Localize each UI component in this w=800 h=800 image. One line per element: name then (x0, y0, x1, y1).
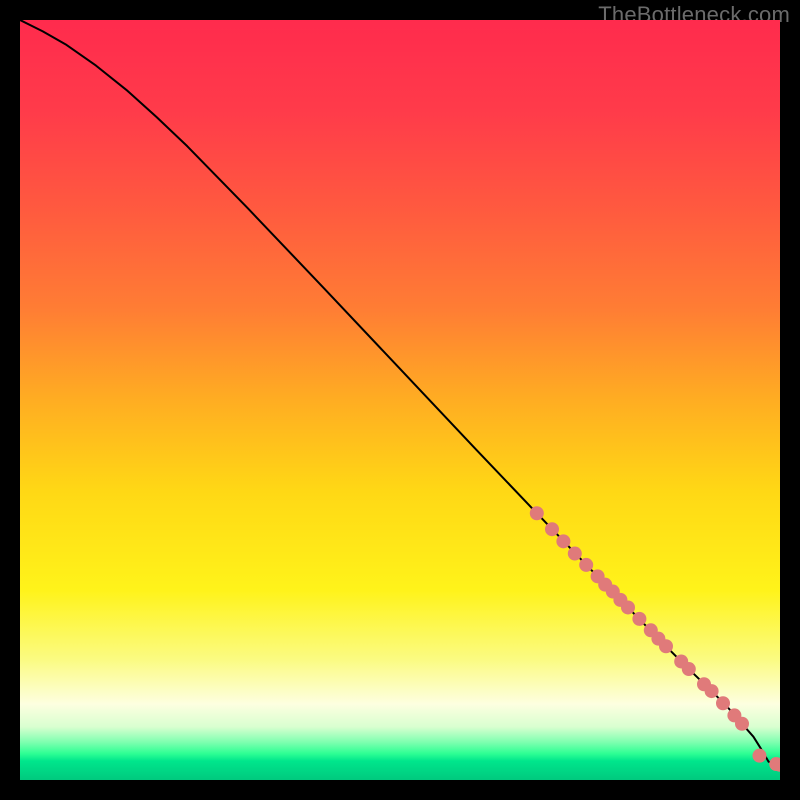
data-point (735, 717, 749, 731)
chart-frame: TheBottleneck.com (0, 0, 800, 800)
data-point (545, 522, 559, 536)
data-point (682, 662, 696, 676)
data-point (568, 547, 582, 561)
data-point (752, 749, 766, 763)
data-point (632, 612, 646, 626)
gradient-background (20, 20, 780, 780)
chart-svg (20, 20, 780, 780)
data-point (705, 684, 719, 698)
data-point (621, 600, 635, 614)
data-point (579, 558, 593, 572)
plot-area (20, 20, 780, 780)
data-point (530, 506, 544, 520)
data-point (659, 639, 673, 653)
data-point (716, 696, 730, 710)
data-point (556, 534, 570, 548)
